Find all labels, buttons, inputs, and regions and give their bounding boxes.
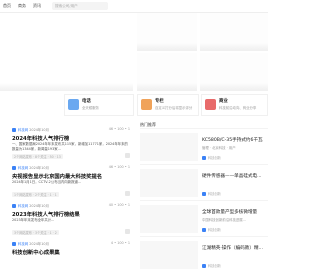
right-item-title[interactable]: 全球首款量产型多核微增量 [202, 209, 257, 215]
thumbnail[interactable] [140, 133, 198, 161]
card-business[interactable]: 商业 科技前沿动向、商业分享 [201, 94, 268, 116]
side-banner-4[interactable] [200, 53, 268, 91]
hero-banner[interactable] [0, 13, 133, 91]
post-stats: 40 • 100 • 1 [108, 203, 130, 207]
avatar-icon [12, 204, 16, 208]
avatar-icon [12, 166, 16, 170]
card-title: 专栏 [155, 99, 164, 104]
post-summary: 2023年年末发布全年共计... [12, 218, 55, 222]
right-item-meta-text: 科技创新 [208, 228, 221, 232]
search-input[interactable]: 搜索公司/用户 [52, 2, 108, 10]
side-banner-1[interactable] [137, 13, 197, 51]
thumbnail[interactable] [140, 205, 198, 233]
card-subtitle: 自定义打分后将显示评分 [155, 106, 193, 110]
news-feed: 科技网 2024年10月 46 • 100 • 1 2024年科技人气排行榜 一… [12, 127, 130, 271]
post-source[interactable]: 科技网 [18, 166, 28, 170]
post-source[interactable]: 科技网 [18, 242, 28, 246]
card-title: 商业 [219, 99, 228, 104]
post-source[interactable]: 科技网 [18, 128, 28, 132]
post-meta: 科技网 2024年10月 46 • 100 • 1 [12, 127, 130, 133]
card-phone[interactable]: 电话 全天候服务 [64, 94, 134, 116]
phone-icon [68, 99, 79, 110]
right-item-meta-text: 科技创新 [208, 264, 221, 268]
post-footer: 3个网站发布 · 3个关注 · 1 · 2 [12, 230, 59, 235]
right-item-sub: 中国科技创新前沿科技进展... [202, 218, 246, 222]
post-meta: 科技网 2024年10月 40 • 100 • 1 [12, 203, 130, 209]
card-title: 电话 [82, 99, 91, 104]
card-subtitle: 科技前沿动向、商业分享 [219, 106, 257, 110]
app-window: 首页 商务 资讯 搜索公司/用户 电话 全天候服务 专栏 自定义打分后将显示评分… [0, 0, 268, 271]
avatar-icon [12, 128, 16, 132]
post-title[interactable]: 2023年科技人气排行榜结果 [12, 210, 80, 218]
post-footer: 1个网站发布 · 2个关注 · 1 · 1 [12, 192, 59, 197]
post-source[interactable]: 科技网 [18, 204, 28, 208]
list-item[interactable]: 科技网 2024年10月 46 • 100 • 1 央视报告显示北京国内最大科技… [12, 165, 130, 200]
top-nav: 首页 商务 资讯 搜索公司/用户 [0, 0, 268, 13]
thumbnail[interactable] [140, 241, 198, 269]
right-item-title[interactable]: KC580B/C-35手持式约6千瓦 [202, 137, 263, 143]
post-date: 2024年10月 [29, 166, 49, 170]
thumbnail[interactable] [140, 169, 198, 197]
list-item[interactable]: 科技网 2024年10月 46 • 100 • 1 2024年科技人气排行榜 一… [12, 127, 130, 162]
side-banner-3[interactable] [137, 53, 197, 91]
post-meta: 科技网 2024年10月 4 • 100 • 1 [12, 241, 130, 247]
post-stats: 46 • 100 • 1 [108, 165, 130, 169]
post-title[interactable]: 央视报告显示北京国内最大科技奖提名 [12, 172, 102, 180]
right-item[interactable]: 江湖精英·操作（编码教）精... 科技创新 [140, 236, 268, 271]
list-item[interactable]: 科技网 2024年10月 40 • 100 • 1 2023年科技人气排行榜结果… [12, 203, 130, 238]
post-title[interactable]: 2024年科技人气排行榜 [12, 134, 69, 142]
post-footer: 2个网站发布 · 8个关注 · 50 · 13 [12, 154, 63, 159]
right-item-sub: 管理 · 北京科技 · 用户 [202, 146, 236, 150]
business-icon [205, 99, 216, 110]
bookmark-icon[interactable] [125, 191, 130, 196]
avatar-icon [202, 264, 206, 268]
post-title[interactable]: 科技创新中心成果集 [12, 248, 60, 256]
avatar-icon [12, 242, 16, 246]
right-item[interactable]: KC580B/C-35手持式约6千瓦 管理 · 北京科技 · 用户 科技创新 [140, 128, 268, 164]
card-column[interactable]: 专栏 自定义打分后将显示评分 [137, 94, 199, 116]
post-date: 2024年10月 [29, 204, 49, 208]
avatar-icon [202, 228, 206, 232]
nav-item-business[interactable]: 商务 [18, 3, 26, 9]
avatar-icon [202, 192, 206, 196]
post-footer-text: 1个网站发布 · 2个关注 · 1 · 1 [12, 192, 59, 197]
post-date: 2024年10月 [29, 242, 49, 246]
post-footer-text: 3个网站发布 · 3个关注 · 1 · 2 [12, 230, 59, 235]
right-item-meta: 科技创新 [202, 263, 221, 268]
right-item-meta-text: 科技创新 [208, 156, 221, 160]
bookmark-icon[interactable] [125, 153, 130, 158]
right-item-meta-text: 科技创新 [208, 192, 221, 196]
right-item-title[interactable]: 江湖精英·操作（编码教）精... [202, 245, 263, 251]
avatar-icon [202, 156, 206, 160]
right-item-meta: 科技创新 [202, 191, 221, 196]
post-summary: 2024年1月1日，CCTV-2公布当内向新报道... [12, 180, 82, 184]
post-summary: 一、国家数据局2024年年末发布共115家，新增加11771家，2024年年末的… [12, 142, 128, 151]
post-stats: 46 • 100 • 1 [108, 127, 130, 131]
right-item-meta: 科技创新 [202, 155, 221, 160]
post-footer-text: 2个网站发布 · 8个关注 · 50 · 13 [12, 154, 63, 159]
nav-item-home[interactable]: 首页 [3, 3, 11, 9]
list-item[interactable]: 科技网 2024年10月 4 • 100 • 1 科技创新中心成果集 [12, 241, 130, 271]
side-banner-2[interactable] [200, 13, 268, 51]
bookmark-icon[interactable] [125, 229, 130, 234]
right-item[interactable]: 硬件传感器——单晶硅式电... 科技创新 [140, 164, 268, 200]
card-subtitle: 全天候服务 [82, 106, 99, 110]
post-meta: 科技网 2024年10月 46 • 100 • 1 [12, 165, 130, 171]
right-item-meta: 科技创新 [202, 227, 221, 232]
post-date: 2024年10月 [29, 128, 49, 132]
nav-item-news[interactable]: 资讯 [33, 3, 41, 9]
column-icon [141, 99, 152, 110]
right-item-title[interactable]: 硬件传感器——单晶硅式电... [202, 173, 262, 179]
right-item[interactable]: 全球首款量产型多核微增量 中国科技创新前沿科技进展... 科技创新 [140, 200, 268, 236]
post-stats: 4 • 100 • 1 [110, 241, 130, 245]
